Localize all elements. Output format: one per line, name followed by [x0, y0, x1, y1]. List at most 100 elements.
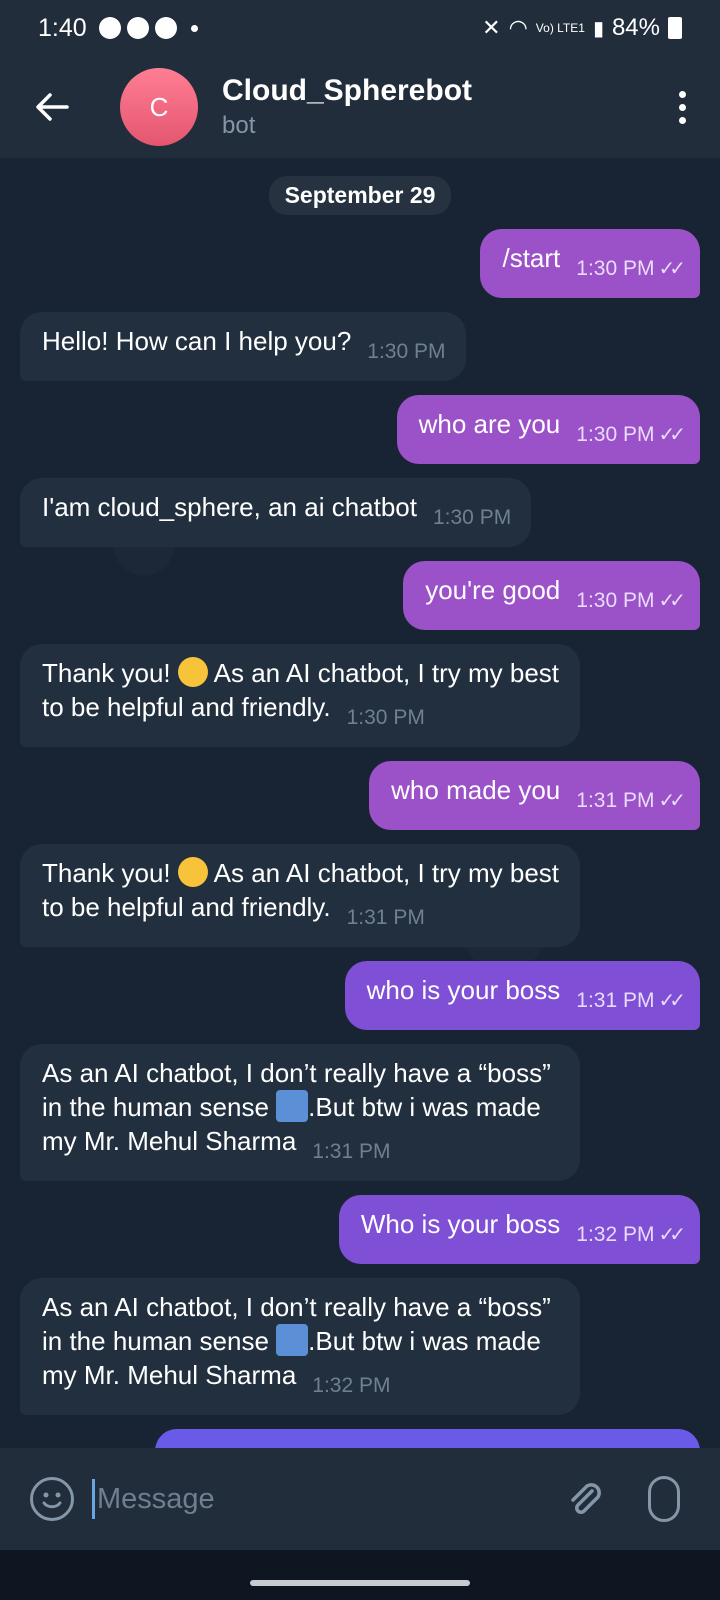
read-checkmarks-icon: ✓✓ [658, 424, 685, 446]
chat-subtitle: bot [222, 112, 256, 139]
smiling-face-emoji-icon [177, 657, 208, 687]
message-text: Who is your boss [360, 1209, 561, 1239]
read-checkmarks-icon: ✓✓ [658, 790, 685, 812]
smile-icon [42, 1492, 62, 1509]
notification-icon [98, 17, 121, 39]
fan-icon [154, 17, 177, 39]
read-checkmarks-icon: ✓✓ [658, 1224, 685, 1246]
message-timestamp: 1:31 PM [312, 1140, 391, 1163]
chat-title: Cloud_Spherebot [222, 74, 473, 107]
message-bubble[interactable]: As an AI chatbot, I don’t really have a … [20, 1044, 580, 1181]
message-bubble[interactable]: who is your boss 1:31 PM ✓✓ [344, 961, 700, 1030]
message-timestamp: 1:30 PM [346, 706, 425, 729]
office-worker-emoji-icon [276, 1324, 309, 1356]
message-bubble[interactable]: Thank you! As an AI chatbot, I try my be… [20, 644, 580, 747]
back-button[interactable] [22, 77, 82, 137]
message-bubble[interactable]: /start 1:30 PM ✓✓ [480, 229, 700, 298]
incoming-message[interactable]: Thank you! As an AI chatbot, I try my be… [0, 644, 720, 747]
message-timestamp: 1:32 PM [576, 1223, 655, 1246]
incoming-message[interactable]: Hello! How can I help you? 1:30 PM [0, 312, 720, 381]
message-timestamp: 1:31 PM [346, 906, 425, 929]
battery-level: 84% [611, 14, 660, 41]
message-text-part: Thank you! [42, 858, 178, 888]
incoming-message[interactable]: As an AI chatbot, I don’t really have a … [0, 1044, 720, 1181]
battery-icon [668, 17, 682, 39]
status-time: 1:40 [38, 13, 87, 42]
outgoing-message[interactable]: who made you 1:31 PM ✓✓ [0, 761, 720, 830]
message-bubble[interactable]: Who is your boss 1:32 PM ✓✓ [338, 1195, 700, 1264]
message-text: who are you [418, 409, 561, 439]
emoji-button[interactable] [30, 1477, 74, 1521]
more-vert-icon [679, 90, 686, 98]
message-timestamp: 1:31 PM [576, 789, 655, 812]
message-text: /start [502, 243, 561, 273]
more-notifications-dot [190, 24, 198, 32]
message-time: 1:31 PM ✓✓ [576, 984, 686, 1018]
message-time: 1:31 PM [312, 1135, 390, 1169]
outgoing-message[interactable]: /start 1:30 PM ✓✓ [0, 229, 720, 298]
outgoing-message[interactable]: you're good 1:30 PM ✓✓ [0, 561, 720, 630]
chat-title-block[interactable]: Cloud_Spherebot bot [222, 74, 472, 140]
avatar-letter: C [149, 91, 169, 122]
outgoing-message[interactable]: who are you 1:30 PM ✓✓ [0, 395, 720, 464]
message-timestamp: 1:30 PM [432, 506, 512, 529]
signal-icon: ▮ [592, 17, 604, 40]
incoming-message[interactable]: I'am cloud_sphere, an ai chatbot 1:30 PM [0, 478, 720, 547]
message-bubble[interactable]: Thank you! As an AI chatbot, I try my be… [20, 844, 580, 947]
read-checkmarks-icon: ✓✓ [658, 258, 685, 280]
message-text: who made you [391, 775, 561, 805]
message-time: 1:30 PM ✓✓ [576, 418, 686, 452]
message-bubble[interactable]: who made you 1:31 PM ✓✓ [369, 761, 700, 830]
more-menu-button[interactable] [679, 90, 686, 124]
attach-button[interactable] [564, 1479, 604, 1519]
message-text: Hello! How can I help you? [42, 326, 352, 356]
network-label: Vo) LTE1 [535, 21, 585, 35]
message-timestamp: 1:31 PM [576, 989, 655, 1012]
system-nav-bar [0, 1550, 720, 1600]
date-separator: September 29 [268, 176, 452, 215]
chat-header: C Cloud_Spherebot bot [0, 56, 720, 158]
message-time: 1:30 PM [347, 701, 425, 735]
back-arrow-icon [36, 93, 69, 121]
message-text-part: Thank you! [42, 658, 178, 688]
message-timestamp: 1:30 PM [576, 589, 655, 612]
message-composer: Message [0, 1448, 720, 1550]
status-bar: 1:40 ✕ ◠ Vo) LTE1 ▮ 84% [0, 0, 720, 56]
message-list[interactable]: September 29 /start 1:30 PM ✓✓ Hello! How c… [0, 158, 720, 1581]
message-time: 1:31 PM ✓✓ [576, 784, 686, 818]
office-worker-emoji-icon [276, 1090, 309, 1122]
outgoing-message[interactable]: Who is your boss 1:32 PM ✓✓ [0, 1195, 720, 1264]
message-time: 1:30 PM [433, 501, 511, 535]
message-text: who is your boss [366, 975, 561, 1005]
message-bubble[interactable]: who are you 1:30 PM ✓✓ [396, 395, 700, 464]
message-timestamp: 1:30 PM [576, 423, 655, 446]
message-timestamp: 1:30 PM [367, 340, 446, 363]
message-time: 1:32 PM [312, 1369, 390, 1403]
message-time: 1:30 PM [367, 335, 445, 369]
home-gesture-handle[interactable] [250, 1580, 470, 1586]
message-bubble[interactable]: I'am cloud_sphere, an ai chatbot 1:30 PM [20, 478, 532, 547]
read-checkmarks-icon: ✓✓ [658, 590, 685, 612]
outgoing-message[interactable]: who is your boss 1:31 PM ✓✓ [0, 961, 720, 1030]
message-time: 1:32 PM ✓✓ [576, 1218, 686, 1252]
wifi-icon: ◠ [508, 15, 528, 40]
status-notification-icons [98, 17, 198, 39]
incoming-message[interactable]: As an AI chatbot, I don’t really have a … [0, 1278, 720, 1415]
read-checkmarks-icon: ✓✓ [658, 990, 685, 1012]
avatar[interactable]: C [120, 68, 198, 146]
message-time: 1:30 PM ✓✓ [576, 252, 686, 286]
play-icon [126, 17, 149, 39]
paperclip-icon [571, 1483, 601, 1514]
text-caret [92, 1479, 95, 1519]
message-time: 1:30 PM ✓✓ [576, 584, 686, 618]
message-text: I'am cloud_sphere, an ai chatbot [42, 492, 417, 522]
message-bubble[interactable]: As an AI chatbot, I don’t really have a … [20, 1278, 580, 1415]
message-bubble[interactable]: Hello! How can I help you? 1:30 PM [20, 312, 466, 381]
mute-icon: ✕ [482, 15, 501, 40]
incoming-message[interactable]: Thank you! As an AI chatbot, I try my be… [0, 844, 720, 947]
message-input[interactable]: Message [97, 1483, 215, 1516]
message-timestamp: 1:32 PM [312, 1374, 391, 1397]
message-text: you're good [425, 575, 561, 605]
microphone-button[interactable] [648, 1476, 680, 1522]
message-bubble[interactable]: you're good 1:30 PM ✓✓ [403, 561, 700, 630]
